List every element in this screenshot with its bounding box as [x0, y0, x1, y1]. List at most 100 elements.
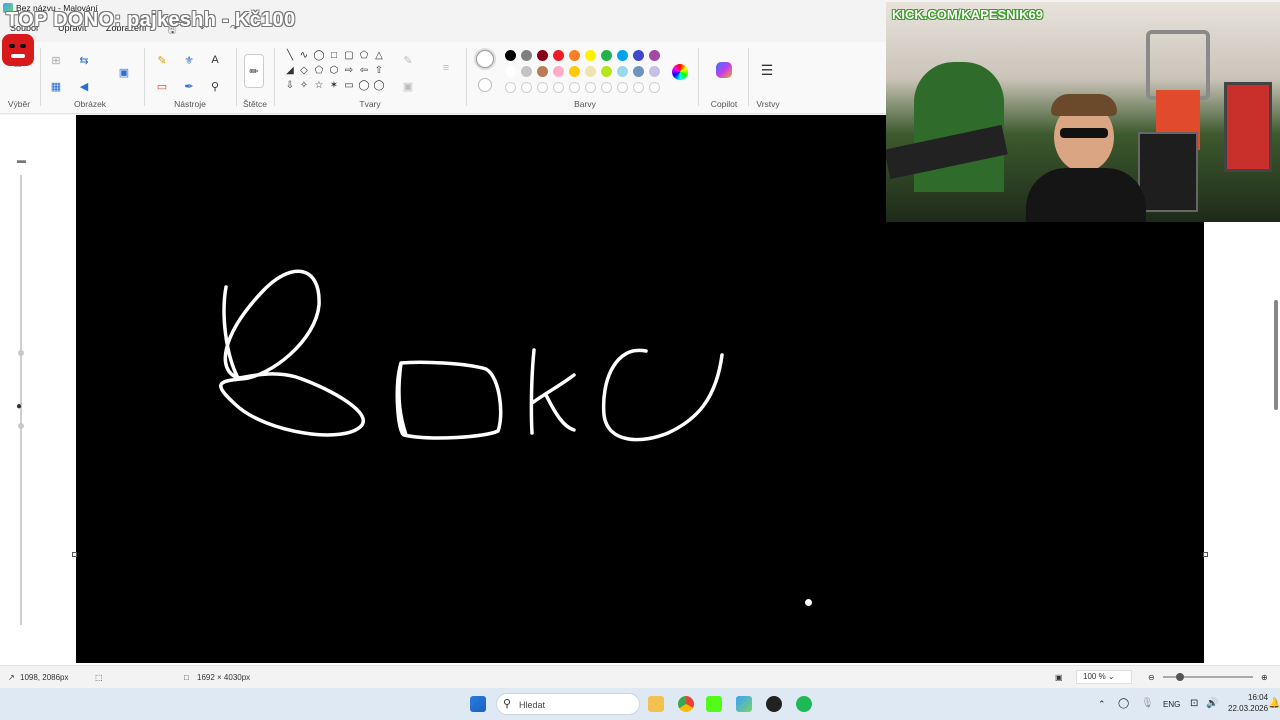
custom-color-slot[interactable] [601, 82, 612, 93]
image-select-icon[interactable]: ▣ [116, 64, 132, 80]
palette-swatch[interactable] [553, 66, 564, 77]
five-point-star-shape-icon[interactable]: ☆ [313, 80, 325, 92]
polygon-shape-icon[interactable]: ⬠ [358, 50, 370, 62]
size-icon[interactable]: ≡ [438, 60, 454, 76]
cloud-callout-shape-icon[interactable]: ◯ [373, 80, 385, 92]
palette-swatch[interactable] [521, 50, 532, 61]
image-icon[interactable]: ▦ [48, 78, 64, 94]
file-explorer-icon[interactable] [648, 696, 664, 712]
custom-color-slot[interactable] [585, 82, 596, 93]
pencil-icon[interactable]: ✎ [154, 52, 170, 68]
text-icon[interactable]: A [207, 52, 223, 68]
zoom-in-icon[interactable]: ⊕ [1261, 673, 1268, 682]
fit-to-window-icon[interactable]: ▣ [1055, 673, 1063, 682]
palette-swatch[interactable] [553, 50, 564, 61]
magnifier-icon[interactable]: ⚲ [207, 78, 223, 94]
spotify-icon[interactable] [796, 696, 812, 712]
color-picker-icon[interactable]: ✒ [181, 78, 197, 94]
oval-shape-icon[interactable]: ◯ [313, 50, 325, 62]
palette-swatch[interactable] [585, 50, 596, 61]
obs-icon[interactable] [766, 696, 782, 712]
search-box[interactable]: ⚲ Hledat [496, 693, 640, 715]
up-arrow-shape-icon[interactable]: ⇧ [373, 65, 385, 77]
resize-handle-right[interactable] [1203, 552, 1208, 557]
slider-thumb[interactable] [18, 350, 24, 356]
left-arrow-shape-icon[interactable]: ⇦ [358, 65, 370, 77]
rotate-icon[interactable]: ◀ [76, 78, 92, 94]
oval-callout-shape-icon[interactable]: ◯ [358, 80, 370, 92]
brush-icon[interactable]: ✏ [244, 54, 264, 88]
clock-time[interactable]: 16:04 [1248, 693, 1268, 702]
custom-color-slot[interactable] [521, 82, 532, 93]
right-triangle-shape-icon[interactable]: ◢ [284, 65, 296, 77]
resize-icon[interactable]: ⇆ [76, 52, 92, 68]
slider-thumb-secondary[interactable] [18, 423, 24, 429]
curve-shape-icon[interactable]: ∿ [298, 50, 310, 62]
kick-app-icon[interactable] [706, 696, 722, 712]
palette-swatch[interactable] [633, 50, 644, 61]
custom-color-slot[interactable] [537, 82, 548, 93]
zoom-vertical-slider[interactable]: ▬ ● [14, 155, 28, 630]
tray-chevron-icon[interactable]: ⌃ [1098, 699, 1106, 710]
palette-swatch[interactable] [601, 66, 612, 77]
palette-swatch[interactable] [585, 66, 596, 77]
palette-swatch[interactable] [521, 66, 532, 77]
eraser-icon[interactable]: ▭ [154, 78, 170, 94]
microphone-icon[interactable]: 🎙 [1141, 698, 1154, 709]
rounded-rectangle-shape-icon[interactable]: ▢ [343, 50, 355, 62]
chrome-icon[interactable] [678, 696, 694, 712]
triangle-shape-icon[interactable]: △ [373, 50, 385, 62]
palette-swatch[interactable] [617, 50, 628, 61]
palette-swatch[interactable] [569, 66, 580, 77]
palette-swatch[interactable] [617, 66, 628, 77]
fill-icon[interactable]: ⚜ [181, 52, 197, 68]
rectangle-shape-icon[interactable]: □ [328, 50, 340, 62]
palette-swatch[interactable] [649, 50, 660, 61]
hexagon-shape-icon[interactable]: ⬡ [328, 65, 340, 77]
volume-icon[interactable]: 🔊 [1206, 698, 1218, 709]
paint-taskbar-icon[interactable] [736, 696, 752, 712]
copilot-icon[interactable] [716, 62, 732, 78]
right-arrow-shape-icon[interactable]: ⇨ [343, 65, 355, 77]
line-shape-icon[interactable]: ╲ [284, 50, 296, 62]
palette-swatch[interactable] [601, 50, 612, 61]
custom-color-slot[interactable] [617, 82, 628, 93]
custom-color-slot[interactable] [505, 82, 516, 93]
clock-date[interactable]: 22.03.2026 [1228, 704, 1268, 713]
resize-handle-left[interactable] [72, 552, 77, 557]
edit-colors-icon[interactable] [672, 64, 688, 80]
palette-swatch[interactable] [649, 66, 660, 77]
antivirus-icon[interactable]: ◯ [1118, 698, 1129, 709]
zoom-slider-thumb[interactable] [1176, 673, 1184, 681]
four-point-star-shape-icon[interactable]: ✧ [298, 80, 310, 92]
zoom-out-icon[interactable]: ⊖ [1148, 673, 1155, 682]
layers-icon[interactable]: ☰ [759, 62, 775, 78]
primary-color-swatch[interactable] [476, 50, 494, 68]
zoom-level-select[interactable]: 100 % ⌄ [1076, 670, 1132, 684]
custom-color-slot[interactable] [569, 82, 580, 93]
start-icon[interactable] [470, 696, 486, 712]
poster [1224, 82, 1272, 172]
palette-swatch[interactable] [537, 66, 548, 77]
palette-swatch[interactable] [505, 66, 516, 77]
callout-shape-icon[interactable]: ▭ [343, 80, 355, 92]
diamond-shape-icon[interactable]: ◇ [298, 65, 310, 77]
language-indicator[interactable]: ENG [1163, 700, 1180, 709]
shape-fill-icon[interactable]: ▣ [400, 78, 416, 94]
notifications-icon[interactable]: 🔔 [1268, 698, 1280, 709]
network-icon[interactable]: ⊡ [1190, 698, 1198, 709]
secondary-color-swatch[interactable] [478, 78, 492, 92]
custom-color-slot[interactable] [649, 82, 660, 93]
palette-swatch[interactable] [633, 66, 644, 77]
custom-color-slot[interactable] [553, 82, 564, 93]
crop-icon[interactable]: ⊞ [48, 52, 64, 68]
pentagon-shape-icon[interactable]: ⬠ [313, 65, 325, 77]
down-arrow-shape-icon[interactable]: ⇩ [284, 80, 296, 92]
outline-icon[interactable]: ✎ [400, 52, 416, 68]
palette-swatch[interactable] [569, 50, 580, 61]
palette-swatch[interactable] [537, 50, 548, 61]
palette-swatch[interactable] [505, 50, 516, 61]
custom-color-slot[interactable] [633, 82, 644, 93]
vertical-scrollbar[interactable] [1274, 300, 1278, 410]
six-point-star-shape-icon[interactable]: ✶ [328, 80, 340, 92]
